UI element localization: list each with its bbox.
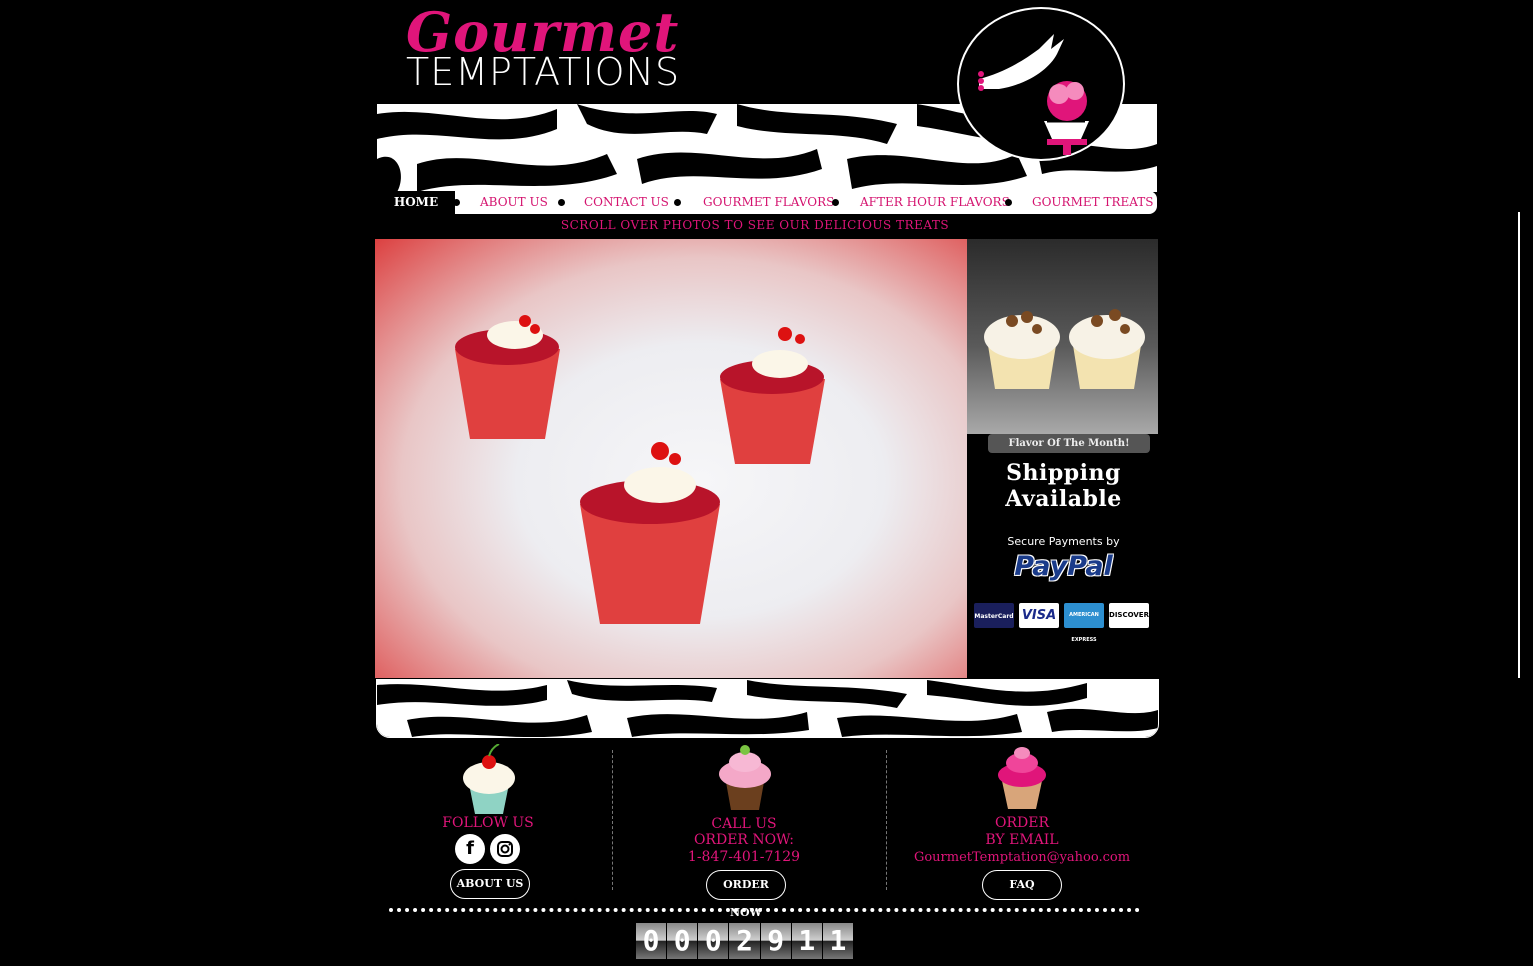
cupcake-pair-illustration	[984, 309, 1145, 389]
nav-home[interactable]: HOME	[377, 191, 455, 214]
counter-digit: 0	[667, 923, 698, 959]
nav-dot	[1005, 199, 1012, 206]
shipping-available-text: Shipping Available	[1005, 460, 1122, 512]
paypal-note: Secure Payments by	[1007, 535, 1120, 548]
nav-contact-us[interactable]: CONTACT US	[584, 191, 669, 214]
phone-number[interactable]: 1-847-401-7129	[664, 849, 824, 865]
nav-gourmet-treats[interactable]: GOURMET TREATS	[1032, 191, 1153, 214]
facebook-icon[interactable]: f	[455, 834, 485, 864]
mastercard-icon: MasterCard	[974, 603, 1014, 628]
nav-dot	[832, 199, 839, 206]
right-edge-line	[1518, 212, 1528, 678]
zebra-banner-bottom	[376, 679, 1159, 738]
main-nav: HOME ABOUT US CONTACT US GOURMET FLAVORS…	[377, 191, 1157, 214]
email-link[interactable]: GourmetTemptation@yahoo.com	[912, 850, 1132, 866]
logo-emblem	[957, 7, 1125, 161]
caption-text: Flavor Of The Month!	[1008, 438, 1130, 449]
footer-dotted-divider	[389, 908, 1140, 912]
card-label: DISCOVER	[1109, 611, 1149, 619]
hero-image-cupcakes[interactable]	[375, 239, 967, 678]
discover-icon: DISCOVER	[1109, 603, 1149, 628]
footer-divider	[886, 750, 887, 890]
flavor-of-month-caption: Flavor Of The Month!	[988, 434, 1150, 453]
order-now-button[interactable]: ORDER NOW	[706, 870, 786, 919]
counter-digit: 1	[791, 923, 822, 959]
card-label: AMERICAN EXPRESS	[1069, 612, 1099, 643]
counter-digit: 2	[729, 923, 760, 959]
call-us-label: CALL US	[711, 816, 777, 832]
order-now-label: ORDER NOW:	[693, 832, 795, 848]
counter-digit: 9	[760, 923, 791, 959]
nav-after-hour-flavors[interactable]: AFTER HOUR FLAVORS	[860, 191, 1010, 214]
footer-divider	[612, 750, 613, 890]
visitor-counter: 0 0 0 2 9 1 1	[636, 923, 854, 959]
counter-digit: 0	[698, 923, 729, 959]
by-email-label: BY EMAIL	[985, 832, 1059, 848]
logo-block-text: TEMPTATIONS	[406, 50, 681, 94]
visa-icon: VISA	[1019, 603, 1059, 628]
cupcake-pink-frosting-icon	[716, 742, 774, 812]
about-us-button[interactable]: ABOUT US	[450, 869, 530, 899]
faq-button[interactable]: FAQ	[982, 870, 1062, 900]
amex-icon: AMERICAN EXPRESS	[1064, 603, 1104, 643]
counter-digit: 0	[636, 923, 667, 959]
nav-dot	[558, 199, 565, 206]
follow-us-label: FOLLOW US	[442, 815, 534, 831]
counter-digit: 1	[822, 923, 853, 959]
nav-gourmet-flavors[interactable]: GOURMET FLAVORS	[703, 191, 834, 214]
nav-dot	[453, 199, 460, 206]
order-label: ORDER	[994, 815, 1049, 831]
card-label: VISA	[1021, 608, 1057, 623]
paypal-logo: PayPal	[1014, 551, 1113, 582]
cupcake-illustration	[455, 315, 825, 624]
nav-about-us[interactable]: ABOUT US	[480, 191, 548, 214]
tagline: SCROLL OVER PHOTOS TO SEE OUR DELICIOUS …	[560, 218, 950, 232]
card-label: MasterCard	[974, 613, 1014, 620]
instagram-icon[interactable]	[490, 834, 520, 864]
nav-dot	[674, 199, 681, 206]
cupcake-swirl-icon	[996, 745, 1048, 811]
flavor-of-month-photo[interactable]	[967, 239, 1158, 434]
cupcake-cherry-icon	[459, 743, 519, 816]
